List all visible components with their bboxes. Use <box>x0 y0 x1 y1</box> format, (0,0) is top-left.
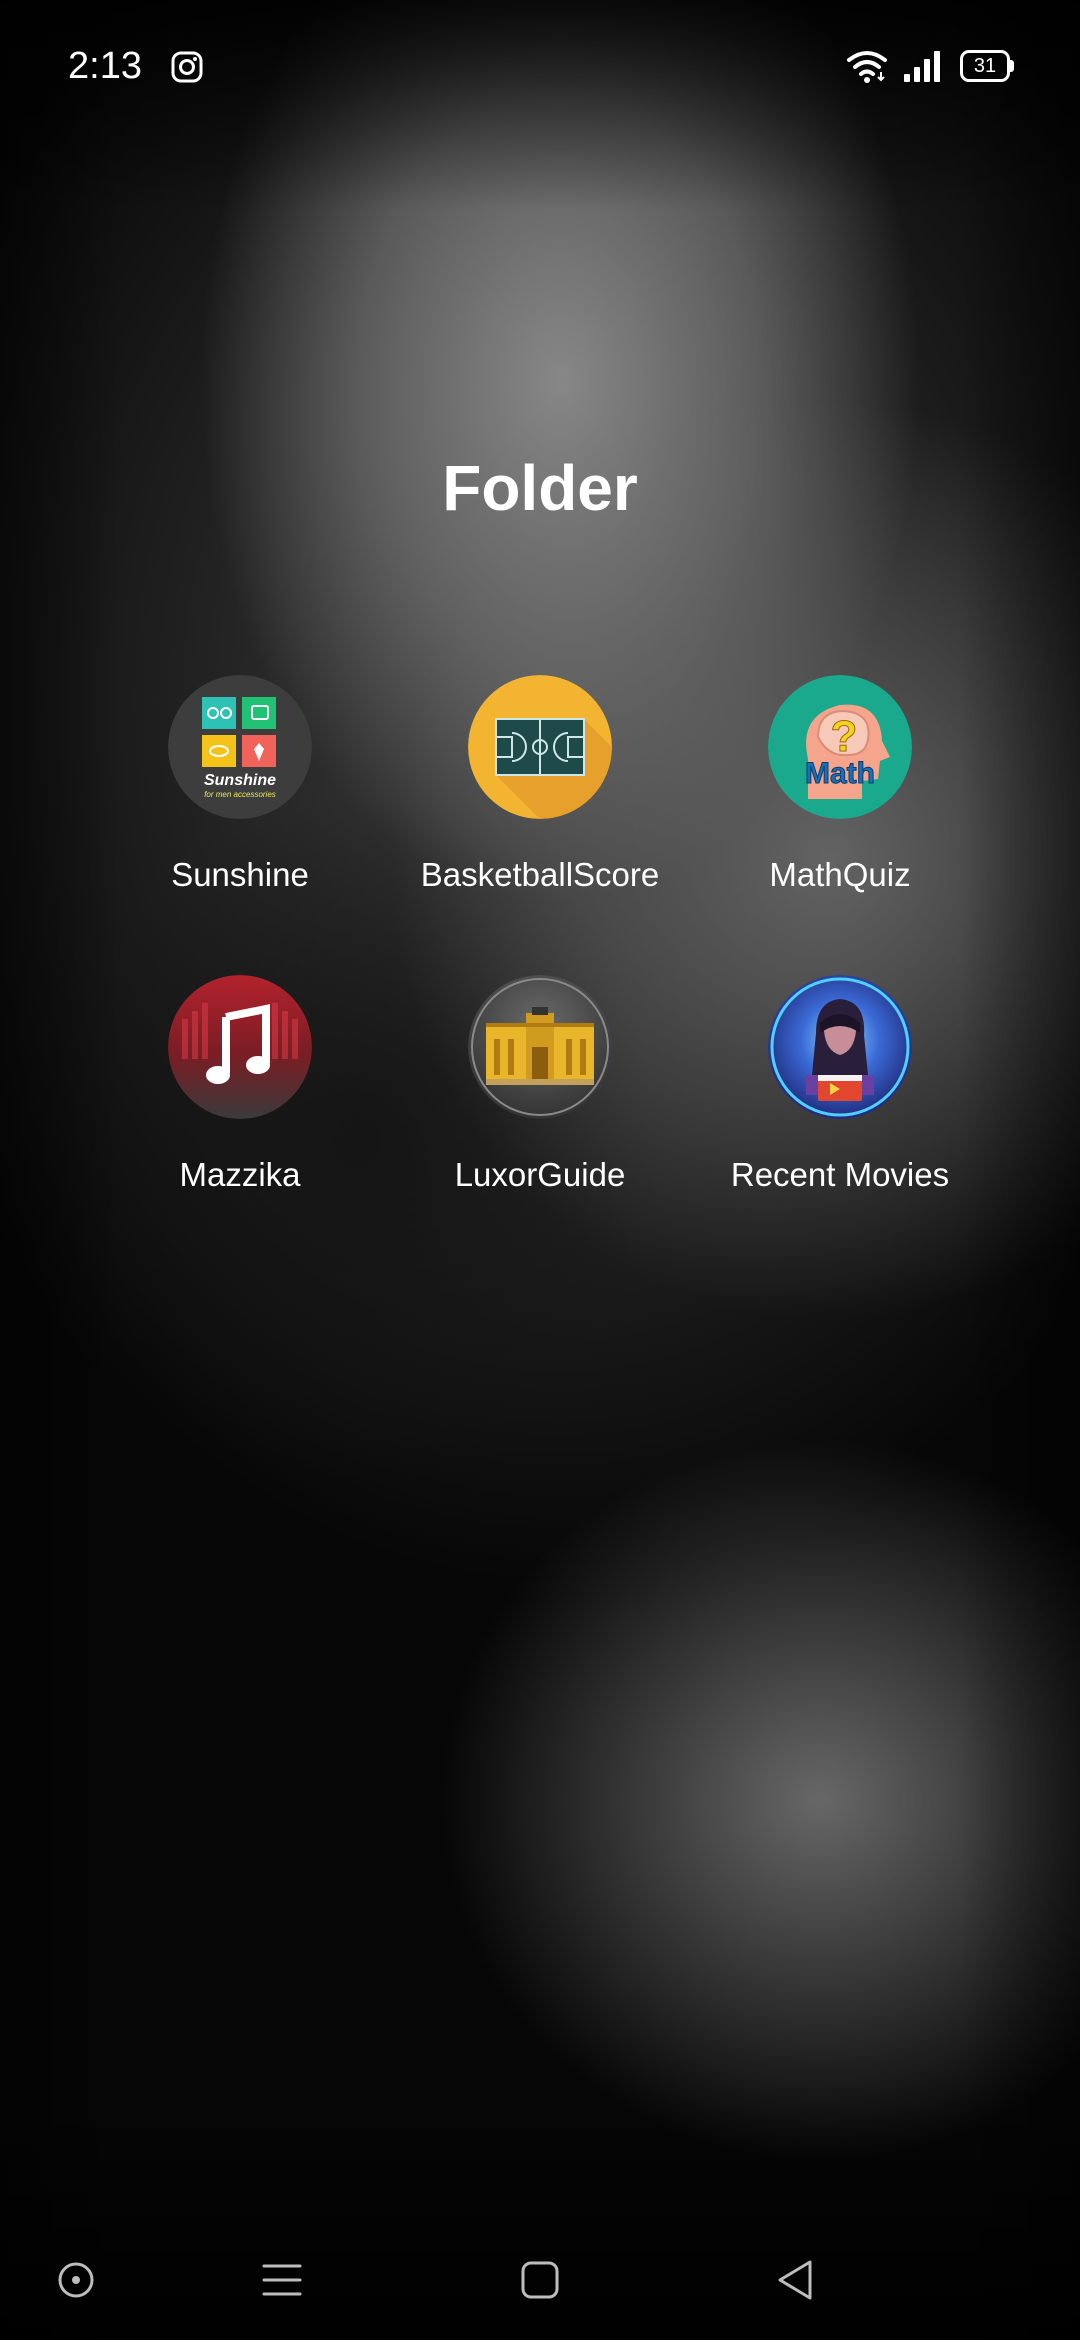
status-bar: 2:13 31 <box>0 0 1080 130</box>
app-label-luxorguide: LuxorGuide <box>454 1156 626 1193</box>
sunshine-app-icon[interactable]: Sunshine for men accessories <box>168 675 312 819</box>
circle-dot-icon <box>58 2262 94 2298</box>
app-sunshine[interactable]: Sunshine for men accessories Sunshine <box>90 675 390 935</box>
math-head-icon[interactable]: ? Math <box>768 675 912 819</box>
back-triangle-icon <box>778 2260 812 2300</box>
home-screen: 2:13 31 Folder Sunshine for men accessor… <box>0 0 1080 2340</box>
app-label-mazzika: Mazzika <box>179 1156 301 1193</box>
wifi-icon <box>847 51 887 83</box>
instagram-icon <box>171 51 203 83</box>
navigation-bar <box>0 2220 1080 2340</box>
app-label-basketballscore: BasketballScore <box>420 856 660 893</box>
assistant-button[interactable] <box>46 2250 106 2310</box>
app-label-sunshine: Sunshine <box>171 856 309 893</box>
movie-poster-icon[interactable] <box>768 975 912 1119</box>
folder-title[interactable]: Folder <box>0 448 1080 528</box>
square-icon <box>521 2261 559 2299</box>
hamburger-icon <box>262 2264 302 2296</box>
sunshine-icon-subtext: for men accessories <box>204 790 276 799</box>
app-basketballscore[interactable]: BasketballScore <box>390 675 690 935</box>
back-button[interactable] <box>766 2250 826 2310</box>
app-label-mathquiz: MathQuiz <box>769 856 911 893</box>
sunshine-icon-text: Sunshine <box>204 772 276 789</box>
app-label-recent-movies: Recent Movies <box>730 1156 950 1193</box>
status-time: 2:13 <box>68 45 142 87</box>
battery-icon: 31 <box>960 50 1014 82</box>
app-recent-movies[interactable]: Recent Movies <box>690 975 990 1235</box>
battery-tip <box>1010 60 1014 72</box>
music-note-icon[interactable] <box>168 975 312 1119</box>
math-icon-text: Math <box>805 757 875 790</box>
home-button[interactable] <box>510 2250 570 2310</box>
app-luxorguide[interactable]: LuxorGuide <box>390 975 690 1235</box>
menu-button[interactable] <box>252 2250 312 2310</box>
app-mathquiz[interactable]: ? Math MathQuiz <box>690 675 990 935</box>
basketball-court-icon[interactable] <box>468 675 612 819</box>
temple-icon[interactable] <box>468 975 612 1119</box>
app-mazzika[interactable]: Mazzika <box>90 975 390 1235</box>
battery-level: 31 <box>973 55 997 77</box>
svg-text:?: ? <box>831 712 858 761</box>
signal-icon <box>904 51 940 82</box>
